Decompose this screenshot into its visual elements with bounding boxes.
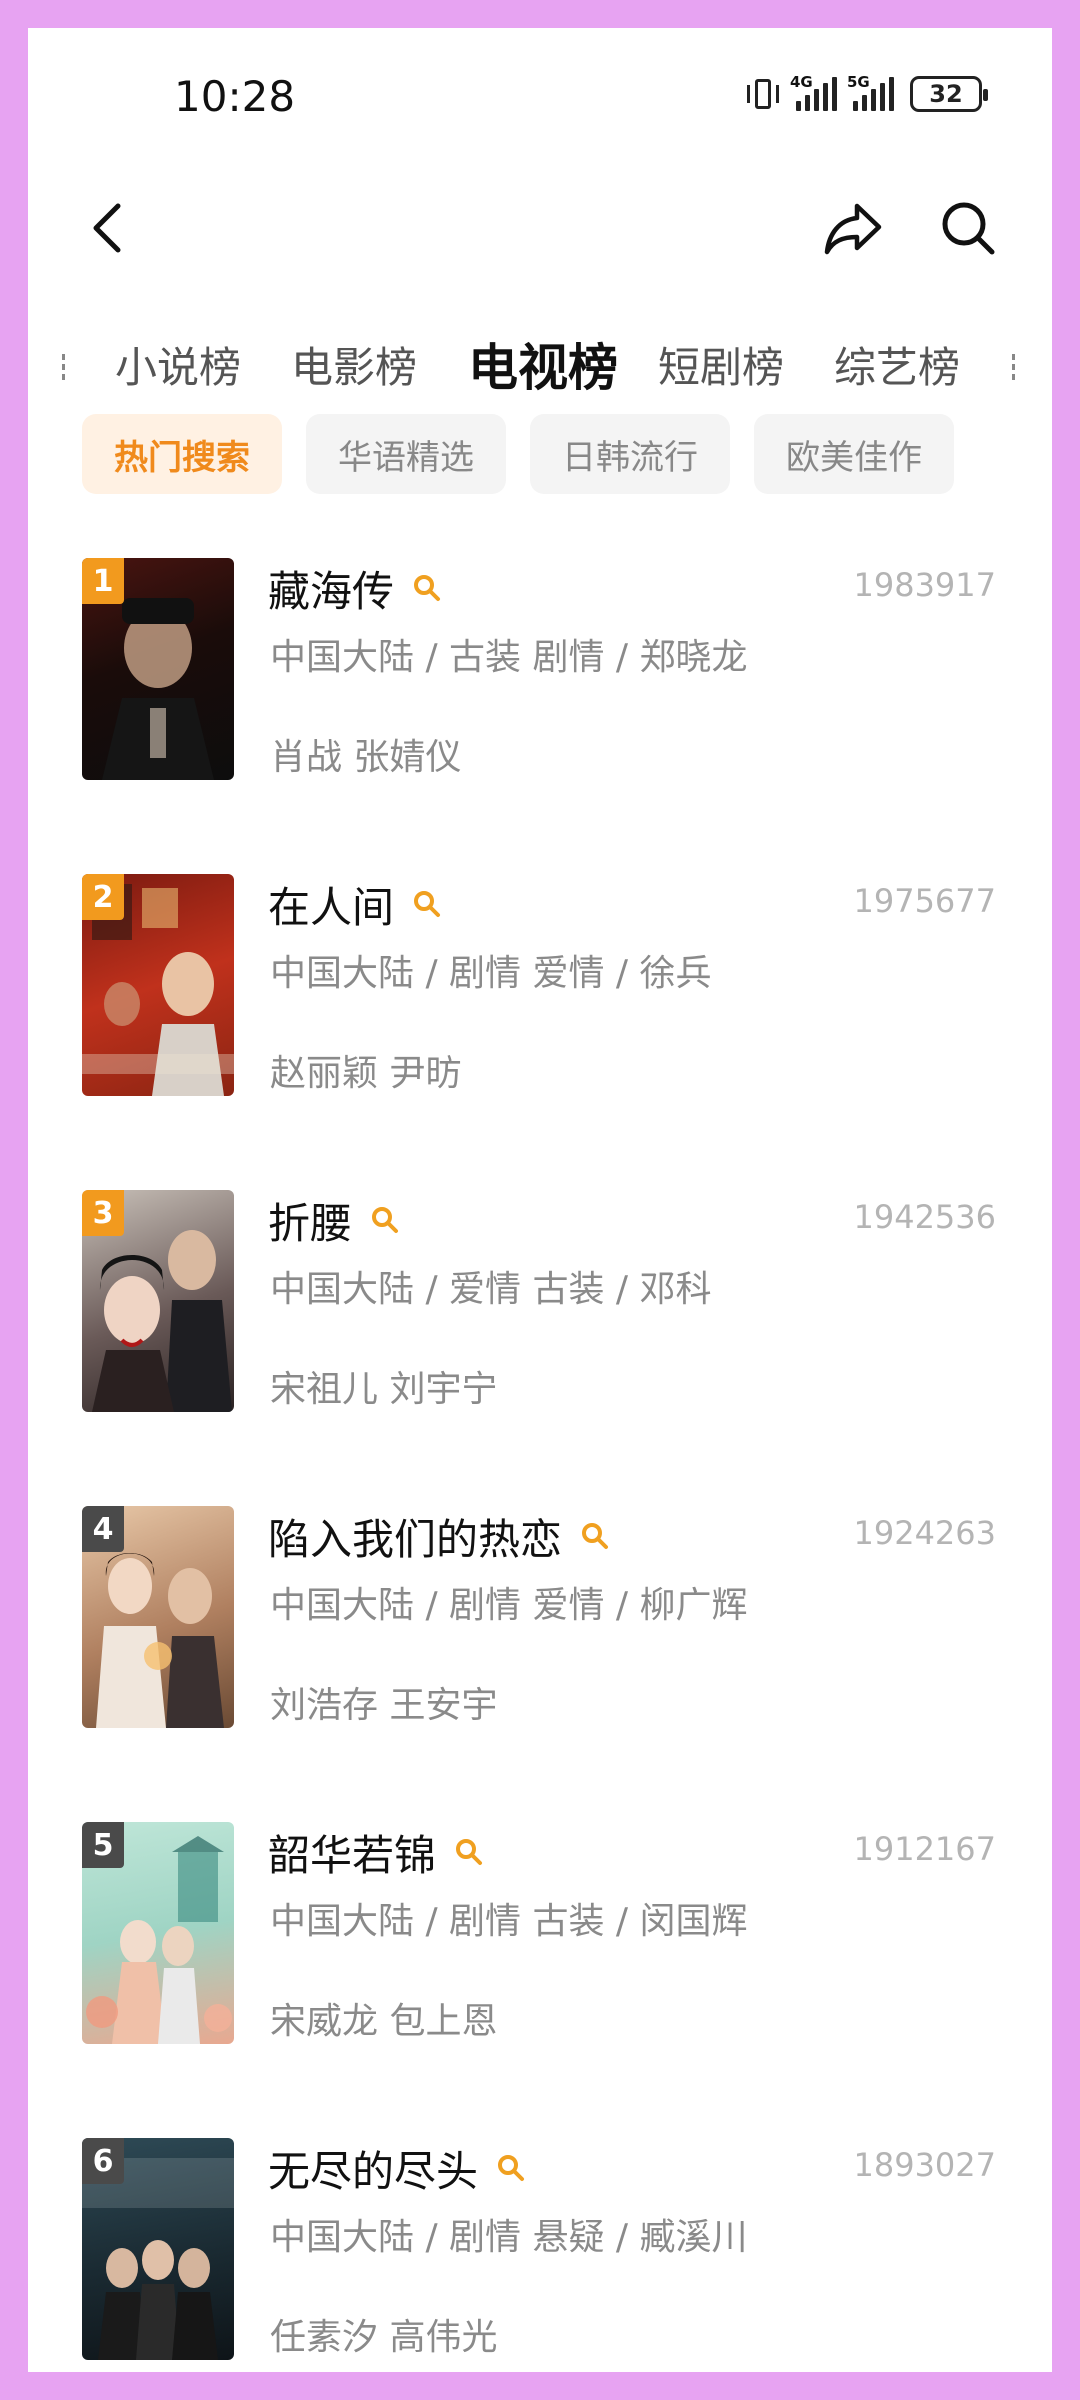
item-cast: 肖战 张婧仪 [270,737,462,778]
tab-movie[interactable]: 电影榜 [291,308,417,428]
tab-tv[interactable]: 电视榜 [468,308,618,428]
poster-image: 3 [82,1190,234,1412]
tab-variety[interactable]: 综艺榜 [834,308,960,428]
list-item[interactable]: 3 折腰 1942536 中国大陆 / 爱情 古装 / 邓科 宋祖儿 刘宇宁 [28,1190,1052,1440]
item-meta: 中国大陆 / 剧情 古装 / 闵国辉 [270,1901,748,1942]
search-icon[interactable] [496,2153,526,2183]
tab-novel[interactable]: 小说榜 [115,308,241,428]
search-count: 1924263 [853,1514,996,1552]
item-cast: 任素汐 高伟光 [270,2317,498,2358]
search-count: 1983917 [853,566,996,604]
item-title: 在人间 [268,882,395,932]
battery-icon: 32 [910,76,988,112]
tab-short-drama[interactable]: 短剧榜 [658,308,784,428]
search-button[interactable] [928,188,1008,268]
list-item[interactable]: 4 陷入我们的热恋 1924263 中国大陆 / 剧情 爱情 / 柳广辉 刘浩存… [28,1506,1052,1756]
item-meta: 中国大陆 / 剧情 悬疑 / 臧溪川 [270,2217,748,2258]
item-meta: 中国大陆 / 剧情 爱情 / 柳广辉 [270,1585,748,1626]
poster-image: 2 [82,874,234,1096]
item-meta: 中国大陆 / 古装 剧情 / 郑晓龙 [270,637,748,678]
chip-chinese-picks[interactable]: 华语精选 [306,414,506,494]
item-cast: 宋祖儿 刘宇宁 [270,1369,498,1410]
status-icons: 4G 5G 32 [746,73,988,112]
sub-tabs: 热门搜索 华语精选 日韩流行 欧美佳作 [82,414,954,494]
poster-image: 1 [82,558,234,780]
share-button[interactable] [813,188,893,268]
item-title: 折腰 [268,1198,353,1248]
scroll-edge-indicator [62,354,68,390]
search-icon [942,202,995,255]
chip-hot-search[interactable]: 热门搜索 [82,414,282,494]
rank-badge: 3 [82,1190,124,1236]
list-item[interactable]: 2 在人间 1975677 中国大陆 / 剧情 爱情 / 徐兵 赵丽颖 尹昉 [28,874,1052,1124]
item-title: 韶华若锦 [268,1830,437,1880]
network-type-label: 4G [790,73,813,91]
status-time: 10:28 [174,72,296,121]
list-item[interactable]: 5 韶华若锦 1912167 中国大陆 / 剧情 古装 / 闵国辉 宋威龙 包上… [28,1822,1052,2072]
rank-badge: 2 [82,874,124,920]
search-count: 1893027 [853,2146,996,2184]
search-icon[interactable] [412,573,442,603]
search-count: 1975677 [853,882,996,920]
poster-image: 5 [82,1822,234,2044]
rank-badge: 1 [82,558,124,604]
scroll-edge-indicator [1012,354,1018,390]
vibrate-icon [746,77,780,111]
network-type-label: 5G [847,73,870,91]
share-icon [824,203,882,255]
item-cast: 宋威龙 包上恩 [270,2001,498,2042]
rank-badge: 4 [82,1506,124,1552]
item-meta: 中国大陆 / 爱情 古装 / 邓科 [270,1269,712,1310]
item-title: 无尽的尽头 [268,2146,479,2196]
rank-badge: 6 [82,2138,124,2184]
item-cast: 刘浩存 王安宇 [270,1685,498,1726]
search-count: 1912167 [853,1830,996,1868]
signal-icon: 5G [847,73,894,111]
battery-level: 32 [929,80,963,108]
list-item[interactable]: 6 无尽的尽头 1893027 中国大陆 / 剧情 悬疑 / 臧溪川 任素汐 高… [28,2138,1052,2372]
search-count: 1942536 [853,1198,996,1236]
nav-bar [28,168,1052,288]
status-bar: 10:28 4G 5G 32 [28,28,1052,138]
search-icon[interactable] [370,1205,400,1235]
item-cast: 赵丽颖 尹昉 [270,1053,462,1094]
category-tabs: 小说榜 电影榜 电视榜 短剧榜 综艺榜 [28,308,1052,428]
chip-western[interactable]: 欧美佳作 [754,414,954,494]
phone-screen: 10:28 4G 5G 32 小说榜 电影榜 电视榜 短剧榜 综艺榜 热门搜索 … [28,28,1052,2372]
signal-icon: 4G [790,73,837,111]
search-icon[interactable] [454,1837,484,1867]
back-button[interactable] [68,188,148,268]
search-icon[interactable] [412,889,442,919]
chip-japan-korea[interactable]: 日韩流行 [530,414,730,494]
list-item[interactable]: 1 藏海传 1983917 中国大陆 / 古装 剧情 / 郑晓龙 肖战 张婧仪 [28,558,1052,808]
item-title: 藏海传 [268,566,395,616]
rank-badge: 5 [82,1822,124,1868]
item-meta: 中国大陆 / 剧情 爱情 / 徐兵 [270,953,712,994]
item-title: 陷入我们的热恋 [268,1514,563,1564]
poster-image: 4 [82,1506,234,1728]
search-icon[interactable] [580,1521,610,1551]
poster-image: 6 [82,2138,234,2360]
back-arrow-icon [93,203,121,253]
